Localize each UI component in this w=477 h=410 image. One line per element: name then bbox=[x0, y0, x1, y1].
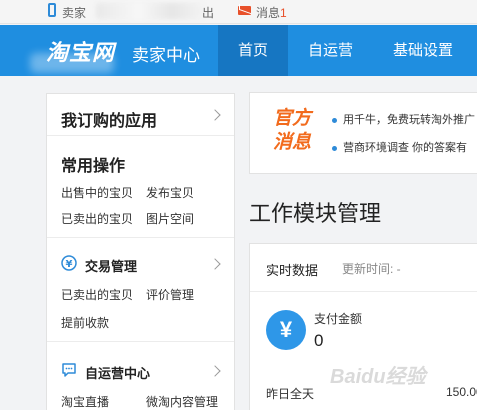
divider bbox=[47, 341, 234, 342]
main-nav: 首页 自运营 基础设置 bbox=[218, 25, 473, 76]
redacted-username bbox=[96, 3, 204, 19]
chevron-right-icon bbox=[209, 365, 221, 377]
mail-icon bbox=[238, 6, 251, 15]
seller-center-page: 卖家 出 消息1 淘宝网 卖家中心 首页 自运营 基础设置 我订购的应用 常用操… bbox=[0, 0, 477, 410]
badge-line-1: 官方 bbox=[272, 108, 311, 129]
subscribed-apps-header[interactable]: 我订购的应用 bbox=[47, 94, 234, 136]
link-review-management[interactable]: 评价管理 bbox=[146, 286, 194, 303]
chevron-right-icon bbox=[209, 258, 221, 270]
notice-item-text: 营商环境调查 你的答案有 bbox=[343, 142, 468, 154]
yesterday-value: 150.00 bbox=[446, 385, 477, 399]
messages-count-badge: 1 bbox=[280, 6, 287, 20]
chat-bubble-icon bbox=[62, 363, 76, 377]
top-utility-bar: 卖家 出 消息1 bbox=[0, 0, 477, 24]
svg-text:¥: ¥ bbox=[66, 259, 73, 270]
trade-management-title[interactable]: 交易管理 bbox=[85, 256, 137, 275]
notice-item[interactable]: 营商环境调查 你的答案有 bbox=[332, 139, 467, 155]
link-items-on-sale[interactable]: 出售中的宝贝 bbox=[61, 184, 133, 201]
logout-link[interactable]: 出 bbox=[202, 4, 214, 21]
sidebar: 我订购的应用 常用操作 出售中的宝贝 发布宝贝 已卖出的宝贝 图片空间 ¥ 交易… bbox=[46, 93, 235, 410]
yen-icon: ¥ bbox=[266, 310, 306, 350]
link-taobao-live[interactable]: 淘宝直播 bbox=[61, 393, 109, 410]
nav-home[interactable]: 首页 bbox=[218, 25, 289, 76]
trade-yen-icon: ¥ bbox=[61, 255, 77, 271]
tab-realtime-data[interactable]: 实时数据 bbox=[266, 260, 318, 279]
link-sold-items-trade[interactable]: 已卖出的宝贝 bbox=[61, 286, 133, 303]
self-operation-center-title[interactable]: 自运营中心 bbox=[85, 363, 150, 382]
baidu-watermark: Baidu经验 bbox=[330, 366, 426, 388]
divider bbox=[250, 291, 477, 292]
messages-link[interactable]: 消息1 bbox=[256, 4, 287, 21]
chevron-right-icon bbox=[209, 109, 221, 121]
messages-label: 消息 bbox=[256, 6, 281, 20]
notice-item[interactable]: 用千牛，免费玩转淘外推广 bbox=[332, 111, 475, 127]
nav-self-operation[interactable]: 自运营 bbox=[288, 25, 373, 76]
bullet-dot-icon bbox=[332, 145, 337, 151]
seller-center-title: 卖家中心 bbox=[132, 46, 200, 65]
payment-amount-value: 0 bbox=[314, 331, 324, 350]
divider bbox=[47, 237, 234, 238]
update-time-label: 更新时间: - bbox=[342, 262, 401, 276]
link-weitao-content[interactable]: 微淘内容管理 bbox=[146, 393, 218, 410]
official-notice-badge: 官方 消息 bbox=[268, 107, 316, 155]
link-sold-items[interactable]: 已卖出的宝贝 bbox=[61, 210, 133, 227]
notice-item-text: 用千牛，免费玩转淘外推广 bbox=[343, 114, 475, 126]
yesterday-label: 昨日全天 bbox=[266, 387, 315, 401]
common-ops-title: 常用操作 bbox=[61, 158, 126, 175]
work-module-title: 工作模块管理 bbox=[249, 201, 382, 226]
nav-basic-settings[interactable]: 基础设置 bbox=[373, 25, 473, 76]
link-early-payment[interactable]: 提前收款 bbox=[61, 314, 109, 331]
official-notice-banner: 官方 消息 用千牛，免费玩转淘外推广 营商环境调查 你的答案有 bbox=[249, 92, 477, 174]
link-image-space[interactable]: 图片空间 bbox=[146, 210, 194, 227]
subscribed-apps-label: 我订购的应用 bbox=[61, 113, 158, 130]
seller-account-link[interactable]: 卖家 bbox=[62, 4, 86, 21]
link-publish-item[interactable]: 发布宝贝 bbox=[146, 184, 194, 201]
payment-amount-label: 支付金额 bbox=[314, 312, 363, 326]
badge-line-2: 消息 bbox=[272, 132, 311, 153]
logo-redaction bbox=[30, 53, 114, 73]
main-header: 淘宝网 卖家中心 首页 自运营 基础设置 bbox=[0, 25, 477, 76]
phone-icon bbox=[48, 3, 56, 17]
bullet-dot-icon bbox=[332, 117, 337, 123]
